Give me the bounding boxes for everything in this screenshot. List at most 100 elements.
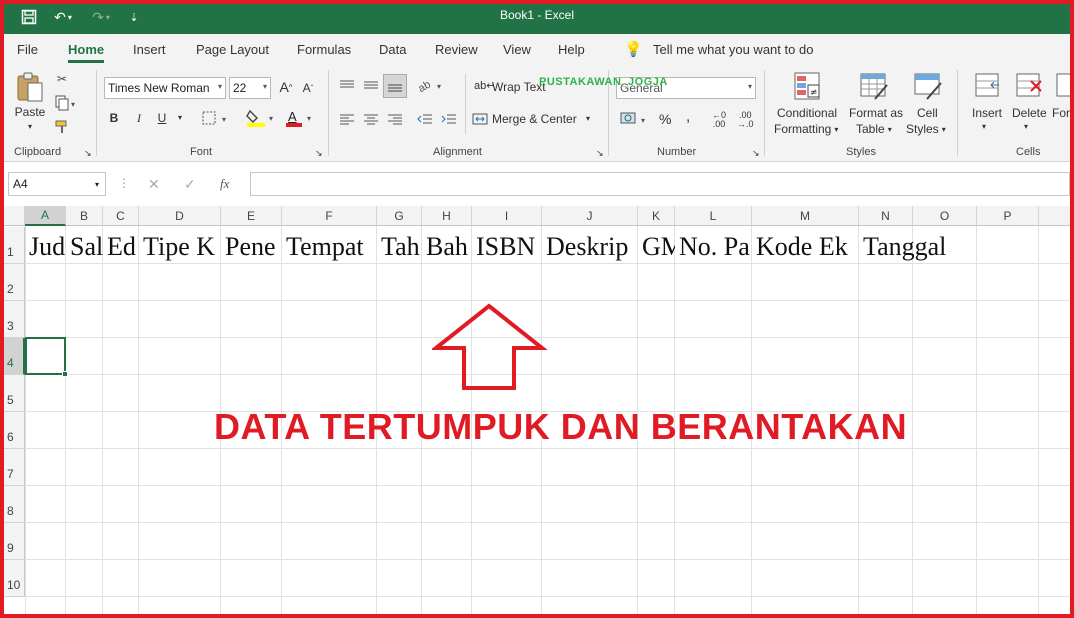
grow-font-button[interactable]: A ^ — [279, 79, 293, 95]
format-cells-button[interactable]: For — [1052, 106, 1070, 120]
row-header-4[interactable]: 4 — [0, 338, 25, 375]
fill-handle[interactable] — [62, 371, 68, 377]
conditional-formatting-button[interactable]: Conditional — [777, 106, 837, 120]
cell-m1[interactable]: Kode Ek — [752, 227, 859, 264]
cell-n1[interactable]: Tanggal — [859, 227, 953, 264]
increase-indent-icon[interactable] — [440, 112, 458, 126]
font-color-icon[interactable]: A ▾ — [284, 108, 316, 128]
column-header-j[interactable]: J — [542, 206, 638, 226]
underline-dropdown-icon[interactable]: ▾ — [175, 113, 185, 122]
column-header-l[interactable]: L — [675, 206, 752, 226]
tab-help[interactable]: Help — [558, 42, 585, 57]
cell-h1[interactable]: Bah — [422, 227, 472, 264]
borders-icon[interactable]: ▾ — [200, 110, 232, 126]
insert-dropdown-icon[interactable]: ▾ — [982, 122, 986, 131]
column-header-m[interactable]: M — [752, 206, 859, 226]
cancel-entry-icon[interactable]: ✕ — [148, 176, 160, 193]
tab-page-layout[interactable]: Page Layout — [196, 42, 269, 57]
font-name-select[interactable]: Times New Roman ▾ — [104, 77, 226, 99]
merge-center-button[interactable]: Merge & Center — [492, 112, 577, 126]
select-all-corner[interactable] — [0, 206, 25, 226]
row-header-8[interactable]: 8 — [0, 486, 25, 523]
accounting-format-icon[interactable]: ▾ — [618, 110, 652, 128]
row-header-6[interactable]: 6 — [0, 412, 25, 449]
align-left-icon[interactable] — [338, 112, 356, 126]
merge-dropdown-icon[interactable]: ▾ — [586, 114, 590, 123]
tab-formulas[interactable]: Formulas — [297, 42, 351, 57]
bold-button[interactable]: B — [108, 111, 120, 125]
column-header-p[interactable]: P — [977, 206, 1039, 226]
tab-data[interactable]: Data — [379, 42, 406, 57]
cell-styles-button[interactable]: Cell — [917, 106, 938, 120]
cell-e1[interactable]: Pene — [221, 227, 282, 264]
active-cell-a4[interactable] — [25, 337, 68, 377]
percent-style-button[interactable]: % — [659, 111, 671, 127]
cell-j1[interactable]: Deskrip — [542, 227, 638, 264]
tell-me-search[interactable]: Tell me what you want to do — [653, 42, 813, 57]
cut-icon[interactable]: ✂ — [53, 70, 71, 88]
align-center-icon[interactable] — [362, 112, 380, 126]
column-header-n[interactable]: N — [859, 206, 913, 226]
top-align-icon[interactable] — [338, 78, 356, 92]
row-header-2[interactable]: 2 — [0, 264, 25, 301]
insert-function-button[interactable]: fx — [220, 176, 229, 192]
comma-style-button[interactable]: , — [686, 108, 690, 125]
cell-k1[interactable]: GM — [638, 227, 675, 264]
cell-l1[interactable]: No. Pa — [675, 227, 752, 264]
paste-icon[interactable] — [14, 70, 46, 104]
format-painter-icon[interactable] — [53, 118, 71, 136]
more-options-icon[interactable]: ⋮ — [118, 176, 130, 190]
column-header-e[interactable]: E — [221, 206, 282, 226]
row-header-1[interactable]: 1 — [0, 227, 25, 264]
column-header-b[interactable]: B — [66, 206, 103, 226]
name-box[interactable]: A4 ▾ — [8, 172, 106, 196]
increase-decimal-icon[interactable]: ←0.00 — [712, 111, 726, 129]
cell-d1[interactable]: Tipe K — [139, 227, 221, 264]
tab-review[interactable]: Review — [435, 42, 478, 57]
column-header-h[interactable]: H — [422, 206, 472, 226]
column-header-i[interactable]: I — [472, 206, 542, 226]
paste-dropdown-icon[interactable]: ▾ — [24, 122, 36, 131]
insert-cells-button[interactable]: Insert — [972, 106, 1002, 120]
clipboard-launcher-icon[interactable]: ↘ — [84, 148, 92, 159]
tab-home[interactable]: Home — [68, 42, 105, 63]
middle-align-icon[interactable] — [362, 78, 380, 92]
cell-a1[interactable]: Jud — [25, 227, 66, 264]
decrease-decimal-icon[interactable]: .00 →.0 — [737, 111, 754, 129]
underline-button[interactable]: U — [156, 111, 168, 125]
column-header-k[interactable]: K — [638, 206, 675, 226]
delete-dropdown-icon[interactable]: ▾ — [1024, 122, 1028, 131]
copy-icon[interactable]: ▾ — [53, 94, 79, 112]
font-size-select[interactable]: 22 ▾ — [229, 77, 271, 99]
cell-b1[interactable]: Sal — [66, 227, 103, 264]
align-right-icon[interactable] — [386, 112, 404, 126]
tab-insert[interactable]: Insert — [133, 42, 166, 57]
column-header-partial[interactable] — [1039, 206, 1074, 226]
decrease-indent-icon[interactable] — [416, 112, 434, 126]
column-header-g[interactable]: G — [377, 206, 422, 226]
confirm-entry-icon[interactable]: ✓ — [184, 176, 196, 193]
row-header-5[interactable]: 5 — [0, 375, 25, 412]
bottom-align-icon[interactable] — [383, 74, 407, 98]
paste-button[interactable]: Paste — [14, 105, 46, 119]
cell-c1[interactable]: Ed — [103, 227, 139, 264]
formula-input[interactable] — [250, 172, 1070, 196]
column-header-c[interactable]: C — [103, 206, 139, 226]
alignment-launcher-icon[interactable]: ↘ — [596, 148, 604, 159]
row-header-10[interactable]: 10 — [0, 560, 25, 597]
row-header-9[interactable]: 9 — [0, 523, 25, 560]
row-header-7[interactable]: 7 — [0, 449, 25, 486]
column-header-f[interactable]: F — [282, 206, 377, 226]
tab-view[interactable]: View — [503, 42, 531, 57]
cell-g1[interactable]: Tah — [377, 227, 422, 264]
number-launcher-icon[interactable]: ↘ — [752, 148, 760, 159]
cell-f1[interactable]: Tempat — [282, 227, 377, 264]
column-header-d[interactable]: D — [139, 206, 221, 226]
wrap-text-button[interactable]: Wrap Text — [492, 80, 546, 94]
column-header-a[interactable]: A — [25, 206, 66, 226]
row-header-3[interactable]: 3 — [0, 301, 25, 338]
delete-cells-button[interactable]: Delete — [1012, 106, 1047, 120]
orientation-icon[interactable]: ab ▾ — [415, 76, 447, 94]
tab-file[interactable]: File — [17, 42, 38, 57]
fill-color-icon[interactable]: ▾ — [245, 108, 277, 128]
